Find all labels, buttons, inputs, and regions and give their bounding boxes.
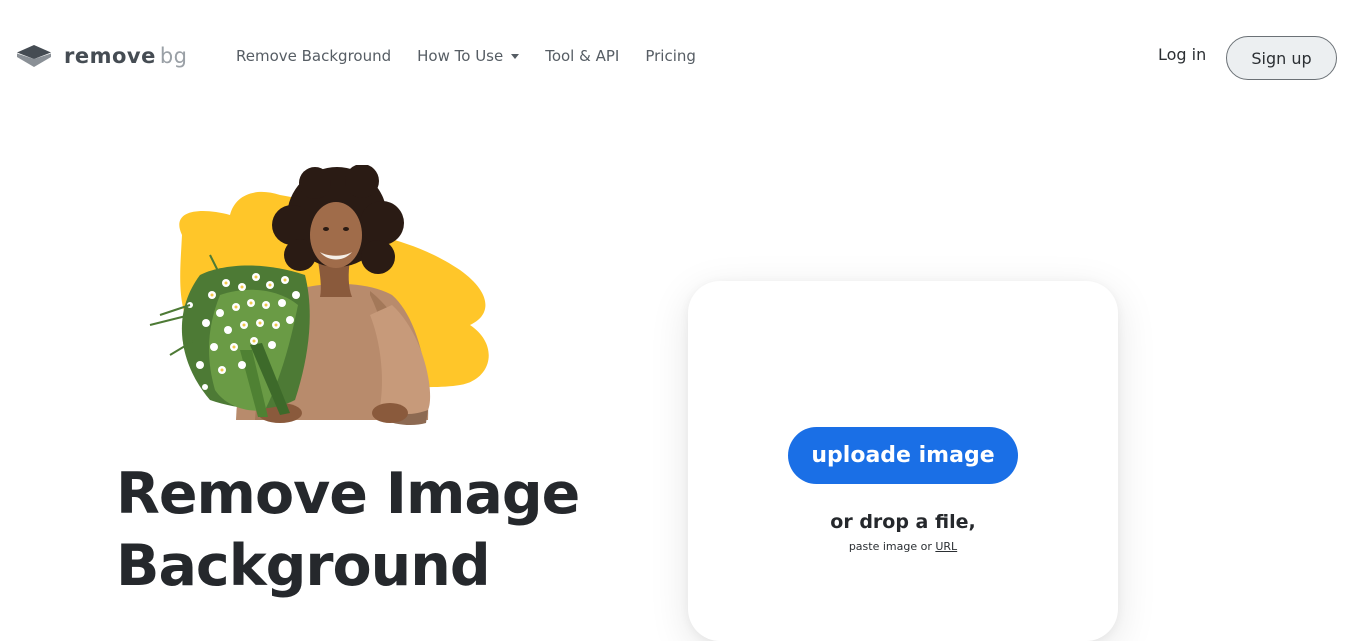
top-navigation: remove bg Remove Background How To Use To… (0, 0, 1349, 114)
nav-pricing-label: Pricing (645, 47, 696, 65)
paste-hint-text: paste image or (848, 540, 936, 553)
brand-name-main: remove (64, 43, 156, 68)
chevron-down-icon (511, 53, 520, 59)
main-nav: Remove Background How To Use Tool & API … (236, 47, 696, 65)
hero-image (149, 165, 489, 425)
signup-button[interactable]: Sign up (1226, 36, 1337, 80)
nav-remove-background-label: Remove Background (236, 47, 392, 65)
nav-remove-background[interactable]: Remove Background (236, 47, 391, 65)
drop-file-text: or drop a file, (830, 511, 976, 533)
url-link[interactable]: URL (935, 540, 957, 553)
brand-logo[interactable]: remove bg (16, 44, 188, 68)
paste-hint: paste image or URL (688, 540, 1118, 553)
hero-title: Remove Image Background (116, 458, 580, 602)
upload-image-button[interactable]: uploade image (788, 427, 1018, 484)
login-link[interactable]: Log in (1158, 45, 1206, 64)
upload-card[interactable]: uploade image or drop a file, paste imag… (688, 281, 1118, 641)
brand-wordmark: remove bg (64, 43, 188, 68)
nav-how-to-use[interactable]: How To Use (417, 47, 520, 65)
nav-tool-api[interactable]: Tool & API (545, 47, 619, 65)
hero-title-line-1: Remove Image (116, 461, 580, 527)
flower-bouquet (149, 254, 310, 417)
brand-name-suffix: bg (159, 43, 188, 68)
nav-pricing[interactable]: Pricing (645, 47, 696, 65)
layers-logo-icon (17, 45, 51, 67)
hero-title-line-2: Background (116, 533, 491, 599)
nav-tool-api-label: Tool & API (545, 47, 620, 65)
nav-how-to-use-label: How To Use (417, 47, 504, 65)
